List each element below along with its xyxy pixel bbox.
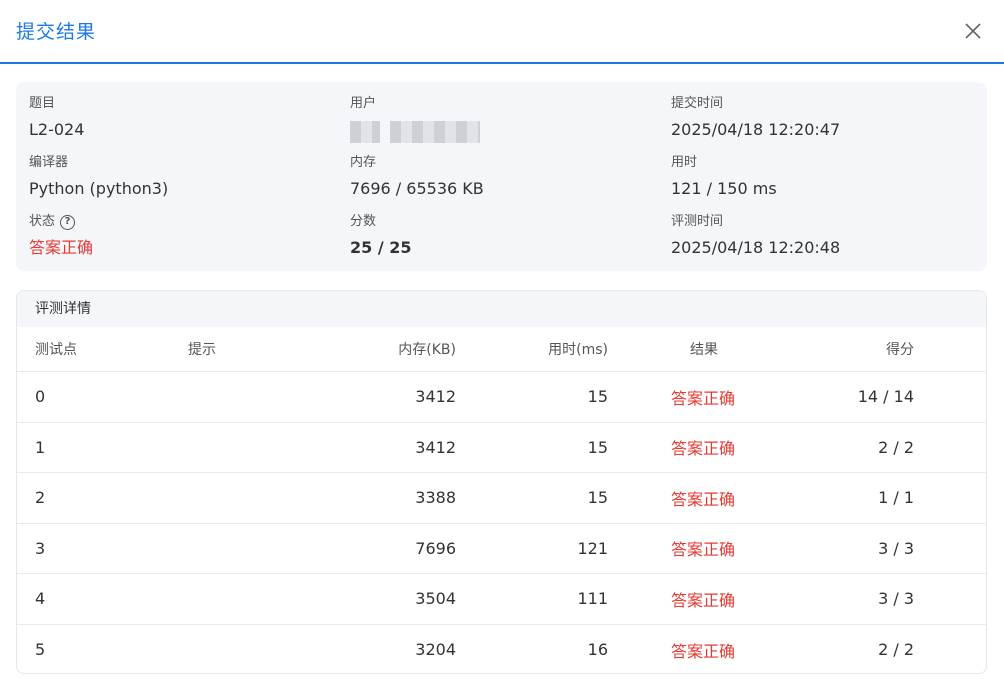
problem-value[interactable]: L2-024 (29, 119, 84, 141)
status-value: 答案正确 (29, 238, 94, 257)
user-value-blurred (350, 121, 480, 143)
col-result: 结果 (690, 342, 718, 358)
status-field: 状态 ? 答案正确 (29, 213, 93, 259)
testcase-id: 1 (35, 437, 46, 457)
submission-info-panel: 题目 L2-024 用户 提交时间 2025/04/18 12:20:47 编译… (16, 82, 987, 271)
problem-field: 题目 L2-024 (29, 95, 84, 141)
table-row: 5 3204 16 答案正确 2 / 2 (17, 625, 986, 674)
col-hint: 提示 (188, 342, 216, 358)
compiler-label: 编译器 (29, 155, 69, 170)
submit-time-value: 2025/04/18 12:20:47 (671, 120, 841, 139)
testcase-memory: 7696 (415, 538, 456, 558)
testcase-result: 答案正确 (671, 641, 736, 661)
testcase-score: 2 / 2 (878, 640, 914, 660)
testcase-time: 15 (587, 437, 608, 457)
memory-value: 7696 / 65536 KB (350, 179, 484, 198)
table-row: 4 3504 111 答案正确 3 / 3 (17, 574, 986, 625)
testcase-result: 答案正确 (671, 540, 736, 560)
user-label: 用户 (350, 96, 377, 111)
judge-time-label: 评测时间 (671, 214, 724, 229)
compiler-field: 编译器 Python (python3) (29, 154, 168, 200)
judge-time-value: 2025/04/18 12:20:48 (671, 238, 841, 257)
table-body: 0 3412 15 答案正确 14 / 14 1 3412 15 答案正确 2 … (17, 372, 986, 674)
judge-detail-panel: 评测详情 测试点 提示 内存(KB) 用时(ms) 结果 得分 0 3412 1… (16, 290, 987, 674)
table-row: 0 3412 15 答案正确 14 / 14 (17, 372, 986, 423)
testcase-id: 3 (35, 538, 46, 558)
score-value: 25 / 25 (350, 238, 412, 257)
time-field: 用时 121 / 150 ms (671, 154, 777, 200)
table-header: 测试点 提示 内存(KB) 用时(ms) 结果 得分 (17, 327, 986, 372)
testcase-time: 16 (587, 640, 608, 660)
testcase-time: 15 (587, 488, 608, 508)
close-button[interactable] (962, 20, 984, 42)
close-icon (965, 23, 981, 39)
testcase-time: 111 (577, 589, 608, 609)
testcase-id: 2 (35, 488, 46, 508)
status-label: 状态 (29, 214, 56, 229)
testcase-result: 答案正确 (671, 489, 736, 509)
testcase-memory: 3204 (415, 640, 456, 660)
score-label: 分数 (350, 214, 377, 229)
submit-time-field: 提交时间 2025/04/18 12:20:47 (671, 95, 840, 141)
testcase-memory: 3412 (415, 387, 456, 407)
memory-field: 内存 7696 / 65536 KB (350, 154, 484, 200)
table-row: 1 3412 15 答案正确 2 / 2 (17, 423, 986, 473)
score-field: 分数 25 / 25 (350, 213, 412, 259)
testcase-score: 1 / 1 (878, 488, 914, 508)
col-score: 得分 (886, 342, 914, 358)
dialog-header: 提交结果 (0, 0, 1004, 64)
col-time: 用时(ms) (548, 342, 608, 358)
testcase-id: 5 (35, 640, 46, 660)
time-label: 用时 (671, 155, 698, 170)
testcase-time: 15 (587, 387, 608, 407)
testcase-memory: 3504 (415, 589, 456, 609)
col-testcase: 测试点 (35, 342, 77, 358)
testcase-result: 答案正确 (671, 439, 736, 459)
submit-time-label: 提交时间 (671, 96, 724, 111)
testcase-time: 121 (577, 538, 608, 558)
testcase-id: 4 (35, 589, 46, 609)
problem-label: 题目 (29, 96, 56, 111)
testcase-result: 答案正确 (671, 590, 736, 610)
table-row: 2 3388 15 答案正确 1 / 1 (17, 473, 986, 524)
testcase-memory: 3388 (415, 488, 456, 508)
testcase-result: 答案正确 (671, 388, 736, 408)
question-circle-icon[interactable]: ? (60, 214, 76, 230)
dialog-title: 提交结果 (16, 21, 97, 43)
judge-detail-title: 评测详情 (17, 291, 986, 327)
testcase-score: 3 / 3 (878, 589, 914, 609)
testcase-score: 3 / 3 (878, 538, 914, 558)
testcase-memory: 3412 (415, 437, 456, 457)
col-memory: 内存(KB) (398, 342, 456, 358)
testcase-score: 14 / 14 (857, 387, 914, 407)
testcase-score: 2 / 2 (878, 437, 914, 457)
table-row: 3 7696 121 答案正确 3 / 3 (17, 524, 986, 574)
user-field: 用户 (350, 95, 480, 143)
compiler-value: Python (python3) (29, 179, 169, 198)
testcase-id: 0 (35, 387, 46, 407)
time-value: 121 / 150 ms (671, 179, 777, 198)
memory-label: 内存 (350, 155, 377, 170)
judge-time-field: 评测时间 2025/04/18 12:20:48 (671, 213, 840, 259)
